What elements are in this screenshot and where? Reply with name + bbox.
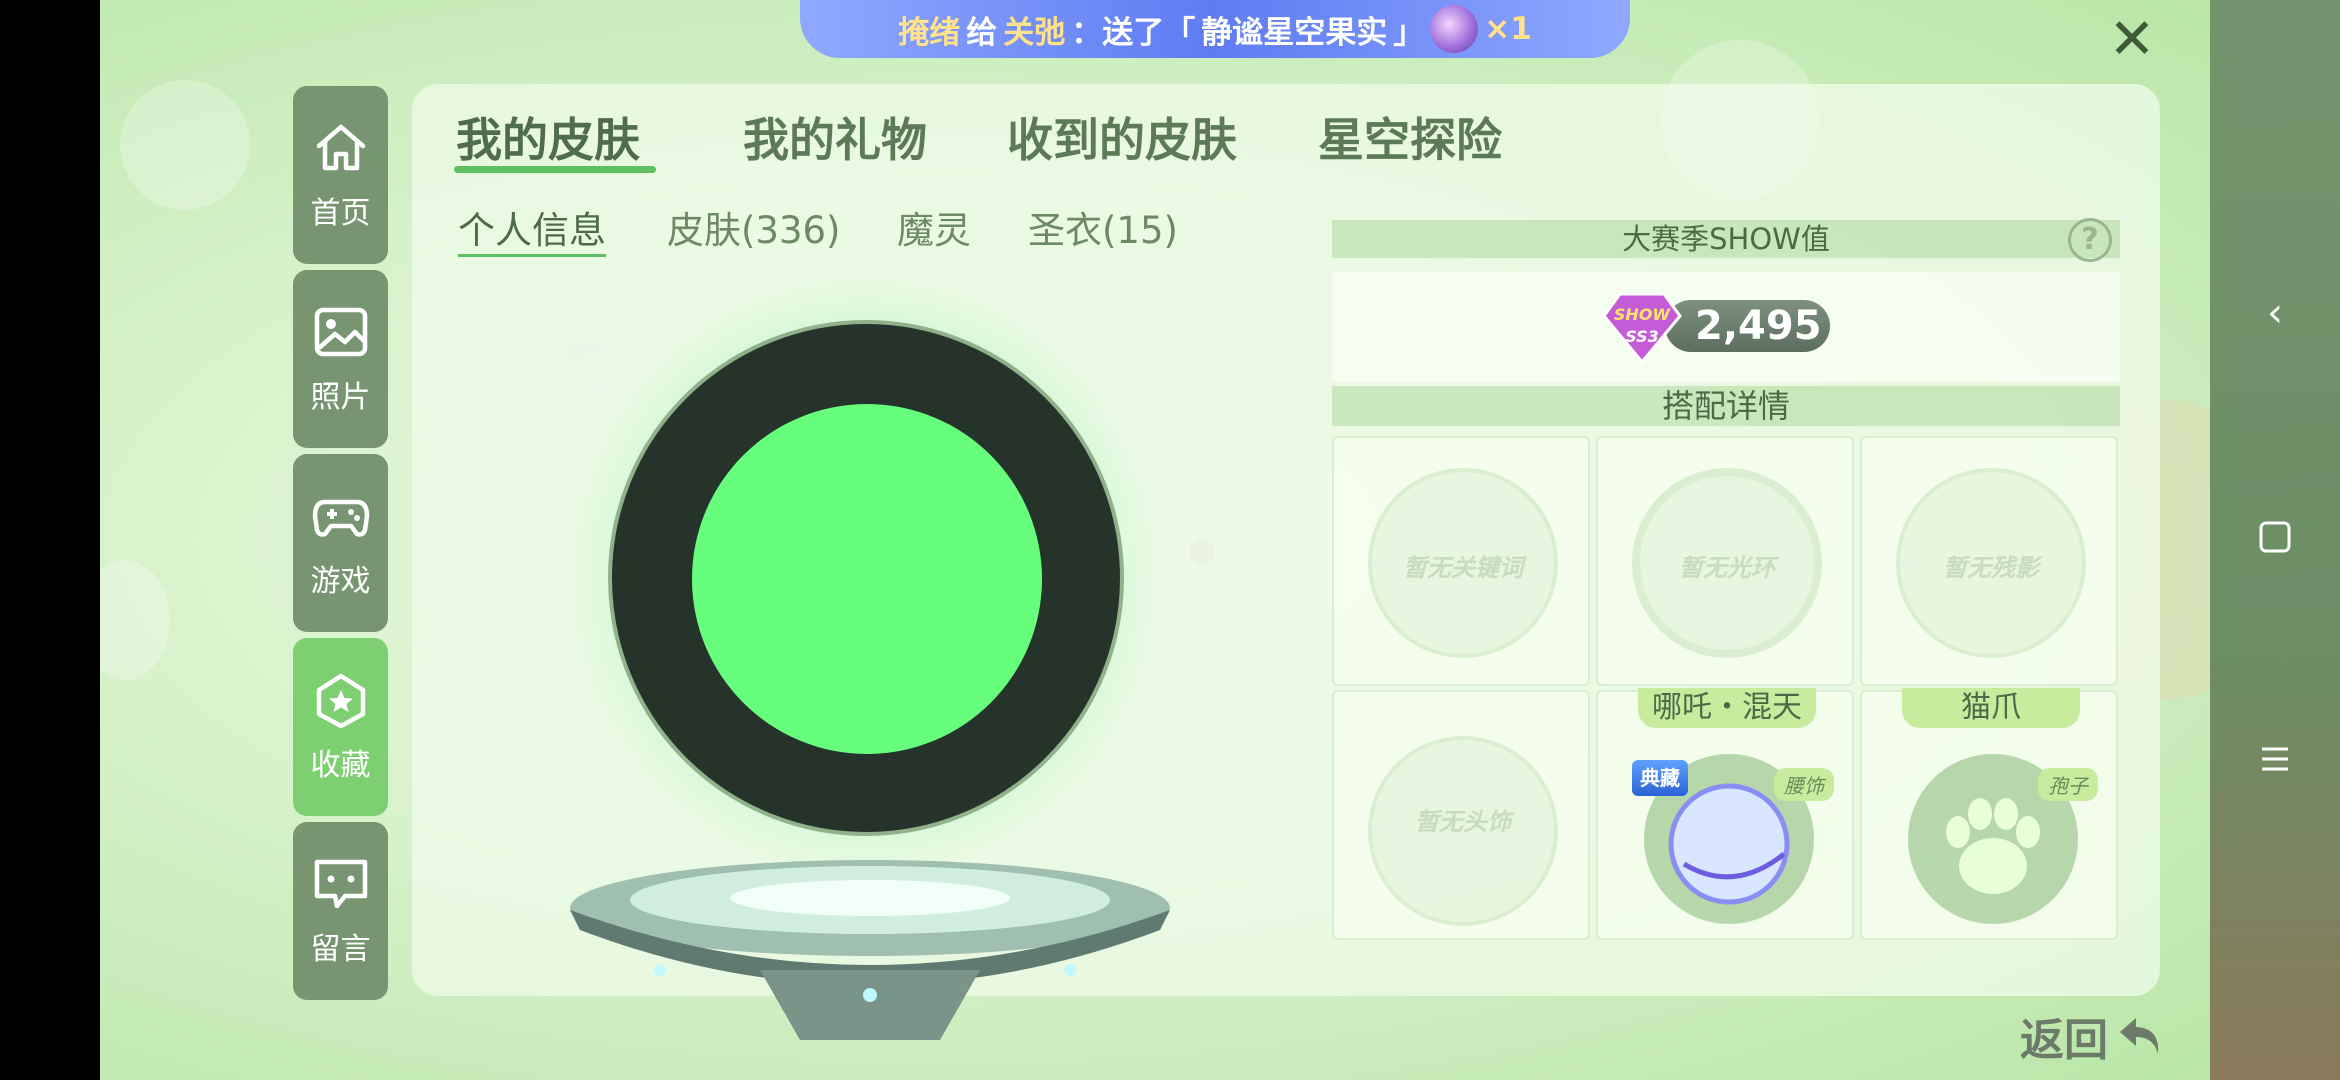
sidebar-item-messages[interactable]: 留言: [293, 822, 388, 1000]
back-label: 返回: [2020, 1015, 2108, 1066]
banner-sender: 掩绪: [898, 14, 961, 51]
slot-keyword[interactable]: 暂无关键词: [1332, 436, 1590, 686]
tab-my-gifts[interactable]: 我的礼物: [743, 104, 927, 170]
subtab-spirit[interactable]: 魔灵: [897, 200, 971, 254]
sidebar-item-label: 首页: [310, 196, 371, 231]
sidebar: 首页 照片 游戏 收藏 留言: [293, 86, 388, 1006]
gift-announcement-banner: 掩绪 给 关弛 ：送了「 静谧星空果实 」 ×1: [800, 0, 1630, 58]
avatar-pedestal: [570, 860, 1170, 1040]
show-badge-icon: SHOW SS3: [1602, 292, 1682, 365]
slot-item-tag: 孢子: [2038, 768, 2098, 801]
sidebar-item-label: 收藏: [310, 748, 371, 783]
star-badge-icon: [316, 673, 365, 729]
show-value-header: 大赛季SHOW值: [1332, 220, 2120, 258]
avatar-image[interactable]: [692, 404, 1042, 754]
gift-fruit-icon: [1430, 5, 1479, 53]
slot-item-tag: 腰饰: [1774, 768, 1834, 801]
sidebar-item-label: 照片: [310, 380, 371, 415]
tab-star-adventure[interactable]: 星空探险: [1318, 104, 1502, 170]
slot-empty-text: 暂无光环: [1679, 554, 1775, 582]
slot-halo[interactable]: 暂无光环: [1596, 436, 1854, 686]
help-icon[interactable]: ?: [2068, 218, 2112, 262]
back-button[interactable]: 返回: [2020, 1004, 2166, 1068]
slot-afterimage[interactable]: 暂无残影: [1860, 436, 2118, 686]
sidebar-item-favorites[interactable]: 收藏: [293, 638, 388, 816]
slot-empty-text: 暂无残影: [1943, 554, 2039, 582]
sidebar-item-games[interactable]: 游戏: [293, 454, 388, 632]
system-back-icon[interactable]: ‹: [2255, 290, 2295, 336]
slot-empty-text: 暂无关键词: [1403, 554, 1523, 582]
slot-empty-text: 暂无头饰: [1415, 808, 1511, 836]
banner-verb: 给: [966, 14, 998, 51]
slot-waist-accessory[interactable]: 哪吒・混天 典藏 腰饰: [1596, 688, 1854, 940]
sidebar-item-label: 游戏: [310, 564, 371, 599]
banner-close-quote: 」: [1393, 14, 1425, 51]
tab-active-indicator: [454, 166, 656, 173]
sidebar-item-photos[interactable]: 照片: [293, 270, 388, 448]
show-badge-season: SS3: [1625, 327, 1659, 346]
sidebar-item-label: 留言: [310, 932, 371, 967]
banner-receiver: 关弛: [1003, 14, 1066, 51]
banner-count: ×1: [1484, 11, 1532, 47]
system-menu-icon[interactable]: [2255, 740, 2295, 786]
system-home-icon[interactable]: [2255, 518, 2295, 564]
show-badge-text: SHOW: [1614, 305, 1672, 324]
home-icon: [316, 124, 365, 171]
tab-my-skins[interactable]: 我的皮肤: [456, 104, 640, 170]
photo-icon: [314, 307, 367, 357]
outfit-details-header: 搭配详情: [1332, 386, 2120, 426]
sidebar-item-home[interactable]: 首页: [293, 86, 388, 264]
collection-badge: 典藏: [1632, 760, 1688, 796]
banner-action: ：送了「: [1071, 14, 1196, 51]
slot-item-title: 哪吒・混天: [1638, 688, 1816, 728]
slot-headwear[interactable]: 暂无头饰: [1332, 690, 1590, 940]
slot-spore[interactable]: 猫爪 孢子: [1860, 688, 2118, 940]
subtab-armor[interactable]: 圣衣(15): [1028, 200, 1178, 254]
gamepad-icon: [312, 499, 369, 537]
return-arrow-icon: [2120, 1018, 2159, 1054]
message-icon: [314, 859, 367, 909]
show-value-number: 2,495: [1665, 300, 1830, 352]
tab-received-skins[interactable]: 收到的皮肤: [1007, 104, 1237, 170]
subtab-skins[interactable]: 皮肤(336): [667, 200, 841, 254]
subtab-profile[interactable]: 个人信息: [458, 200, 606, 257]
banner-gift: 静谧星空果实: [1201, 14, 1388, 51]
close-icon[interactable]: ✕: [2108, 12, 2156, 68]
slot-item-title: 猫爪: [1902, 688, 2080, 728]
